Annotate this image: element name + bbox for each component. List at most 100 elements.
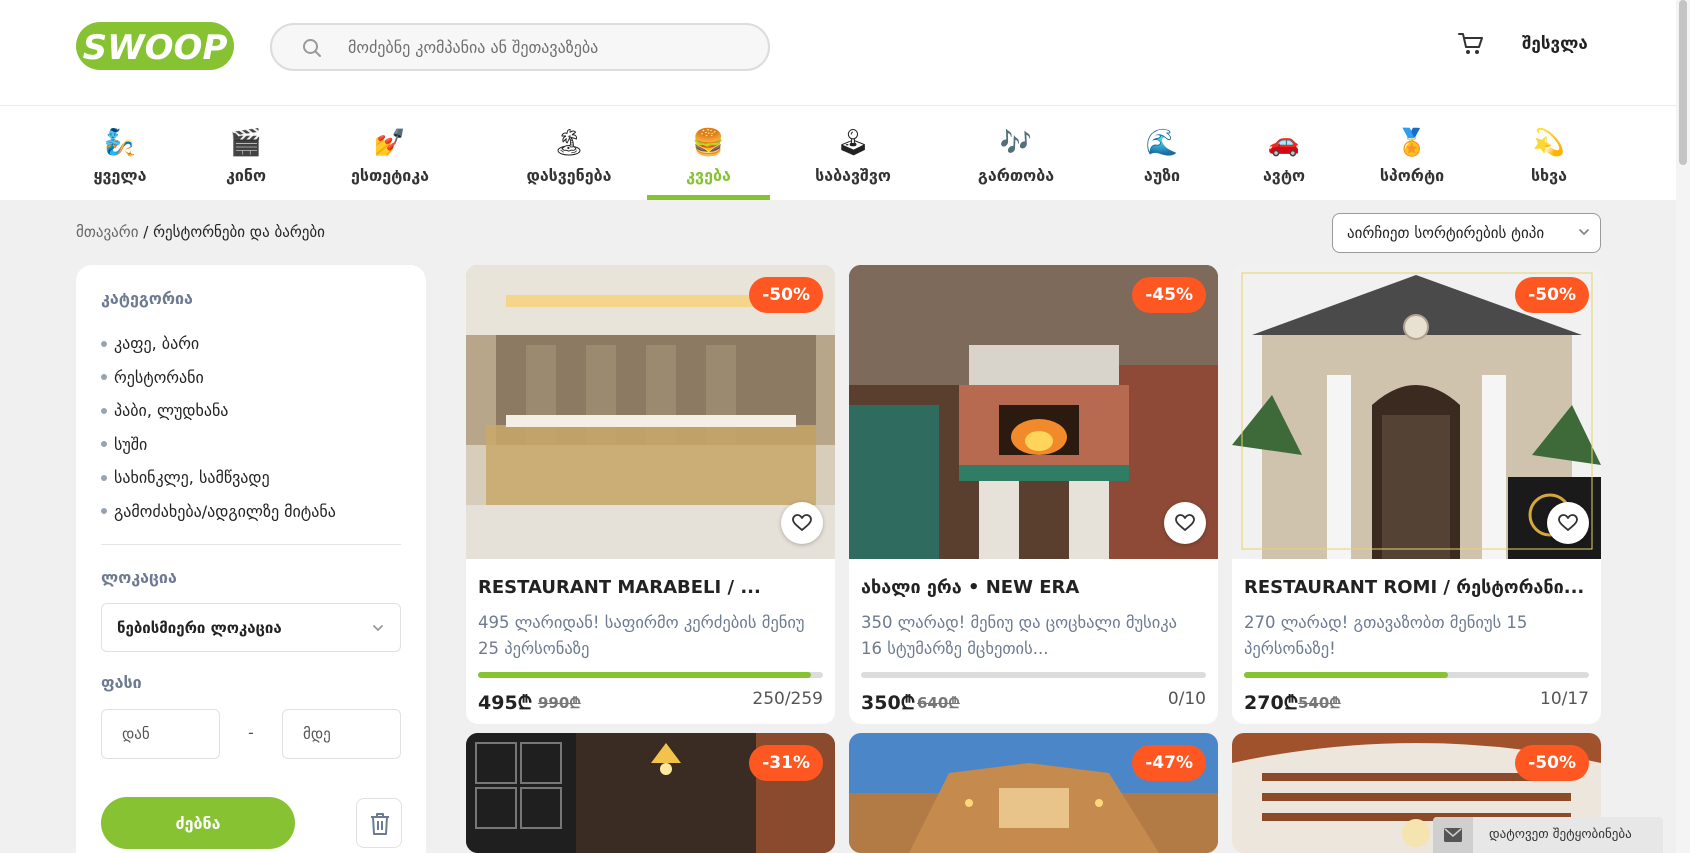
cart-icon[interactable] <box>1458 32 1484 56</box>
discount-badge: -50% <box>1515 745 1589 781</box>
heart-icon <box>792 514 812 531</box>
category-label: სპორტი <box>1379 166 1445 185</box>
filter-item-khinkali[interactable]: სახინკლე, სამწვადე <box>101 461 336 495</box>
category-auto[interactable]: 🚗 ავტო <box>1249 106 1319 200</box>
chevron-down-icon <box>1579 229 1589 236</box>
filter-item-label: გამოძახება/ადგილზე მიტანა <box>114 501 336 521</box>
offer-title[interactable]: RESTAURANT MARABELI / ... <box>478 577 823 598</box>
sold-progress-bar <box>1244 672 1589 678</box>
category-label: სხვა <box>1530 166 1568 185</box>
offer-card[interactable]: -50% RESTAURANT ROMI / რესტორანი... 270 … <box>1232 265 1601 724</box>
offer-price: 350₾ <box>861 692 916 714</box>
scrollbar-thumb[interactable] <box>1679 0 1687 165</box>
breadcrumb: მთავარი / რესტორნები და ბარები <box>76 223 325 241</box>
category-entertainment[interactable]: 🎶 გართობა <box>966 106 1066 200</box>
offer-card[interactable]: -50% RESTAURANT MARABELI / ... 495 ლარიდ… <box>466 265 835 724</box>
search-bar[interactable] <box>270 23 770 71</box>
offer-title[interactable]: RESTAURANT ROMI / რესტორანი... <box>1244 577 1589 598</box>
offer-old-price: 540₾ <box>1298 694 1341 712</box>
heart-icon <box>1175 514 1195 531</box>
wave-icon: 🌊 <box>1145 128 1179 158</box>
clear-filters-button[interactable] <box>356 798 402 848</box>
category-sport[interactable]: 🏅 სპორტი <box>1370 106 1454 200</box>
login-link[interactable]: შესვლა <box>1522 34 1588 54</box>
page-scrollbar[interactable] <box>1676 0 1690 853</box>
breadcrumb-current: რესტორნები და ბარები <box>153 223 325 241</box>
filter-sidebar: კატეგორია კაფე, ბარი რესტორანი პაბი, ლუდ… <box>76 265 426 853</box>
filter-item-label: სუში <box>114 434 148 454</box>
offer-card[interactable]: -45% ახალი ერა • NEW ERA 350 ლარად! მენი… <box>849 265 1218 724</box>
trash-icon <box>371 813 389 835</box>
joystick-icon: 🕹 <box>836 128 870 158</box>
bullet-icon <box>101 508 107 515</box>
category-food[interactable]: 🍔 კვება <box>647 106 770 200</box>
category-aesthetics[interactable]: 💅 ესთეტიკა <box>334 106 446 200</box>
nail-polish-icon: 💅 <box>373 128 407 158</box>
offer-price: 495₾ <box>478 692 533 714</box>
category-vacation[interactable]: 🏝 დასვენება <box>505 106 633 200</box>
sold-progress-bar <box>861 672 1206 678</box>
price-filter-title: ფასი <box>101 673 142 692</box>
favorite-button[interactable] <box>781 502 823 544</box>
price-from-input[interactable] <box>101 709 220 759</box>
bullet-icon <box>101 340 107 347</box>
discount-badge: -50% <box>1515 277 1589 313</box>
price-dash: - <box>248 723 254 742</box>
filter-item-pub[interactable]: პაბი, ლუდხანა <box>101 394 336 428</box>
category-filter-list: კაფე, ბარი რესტორანი პაბი, ლუდხანა სუში … <box>101 327 336 528</box>
search-input[interactable] <box>348 35 748 59</box>
bullet-icon <box>101 441 107 448</box>
sold-progress-fill <box>478 672 811 678</box>
offer-sold-count: 250/259 <box>752 689 823 709</box>
medal-icon: 🏅 <box>1395 128 1429 158</box>
discount-badge: -50% <box>749 277 823 313</box>
category-pool[interactable]: 🌊 აუზი <box>1127 106 1197 200</box>
price-to-input[interactable] <box>282 709 401 759</box>
breadcrumb-separator: / <box>143 223 149 241</box>
bullet-icon <box>101 407 107 414</box>
offer-sold-count: 0/10 <box>1167 689 1206 709</box>
sort-select[interactable]: აირჩიეთ სორტირების ტიპი <box>1332 213 1601 253</box>
category-label: საბავშვო <box>815 166 891 185</box>
offer-sold-count: 10/17 <box>1540 689 1589 709</box>
genie-icon: 🧞 <box>103 128 137 158</box>
offer-title[interactable]: ახალი ერა • NEW ERA <box>861 577 1206 598</box>
offer-card[interactable]: -31% <box>466 733 835 853</box>
category-other[interactable]: 💫 სხვა <box>1519 106 1579 200</box>
bullet-icon <box>101 374 107 381</box>
offer-card[interactable]: -47% <box>849 733 1218 853</box>
filter-item-label: კაფე, ბარი <box>114 334 200 354</box>
offer-old-price: 990₾ <box>538 694 581 712</box>
discount-badge: -45% <box>1132 277 1206 313</box>
category-filter-title: კატეგორია <box>101 289 193 308</box>
category-label: ავტო <box>1262 166 1306 185</box>
favorite-button[interactable] <box>1547 502 1589 544</box>
category-kids[interactable]: 🕹 საბავშვო <box>800 106 906 200</box>
divider <box>101 544 401 545</box>
burger-icon: 🍔 <box>692 128 725 158</box>
discount-badge: -31% <box>749 745 823 781</box>
filter-item-delivery[interactable]: გამოძახება/ადგილზე მიტანა <box>101 495 336 529</box>
category-label: დასვენება <box>526 166 612 185</box>
search-button[interactable]: ძებნა <box>101 797 295 849</box>
swoop-logo[interactable]: SWOOP <box>76 18 234 74</box>
category-label: კინო <box>225 166 267 185</box>
chevron-down-icon <box>373 625 383 632</box>
filter-item-cafe-bar[interactable]: კაფე, ბარი <box>101 327 336 361</box>
leave-message-widget[interactable]: დატოვეთ შეტყობინება <box>1433 817 1663 853</box>
breadcrumb-home[interactable]: მთავარი <box>76 223 138 241</box>
envelope-icon <box>1444 828 1462 842</box>
filter-item-sushi[interactable]: სუში <box>101 428 336 462</box>
search-icon <box>303 39 321 57</box>
category-all[interactable]: 🧞 ყველა <box>78 106 162 200</box>
location-select[interactable]: ნებისმიერი ლოკაცია <box>101 603 401 652</box>
offer-price: 270₾ <box>1244 692 1299 714</box>
offer-description: 495 ლარიდან! საფირმო კერძების მენიუ 25 პ… <box>478 613 805 658</box>
chat-label: დატოვეთ შეტყობინება <box>1489 827 1632 842</box>
offer-description: 270 ლარად! გთავაზობთ მენიუს 15 პერსონაზე… <box>1244 613 1528 658</box>
category-cinema[interactable]: 🎬 კინო <box>206 106 286 200</box>
filter-item-restaurant[interactable]: რესტორანი <box>101 361 336 395</box>
favorite-button[interactable] <box>1164 502 1206 544</box>
heart-icon <box>1558 514 1578 531</box>
sold-progress-bar <box>478 672 823 678</box>
